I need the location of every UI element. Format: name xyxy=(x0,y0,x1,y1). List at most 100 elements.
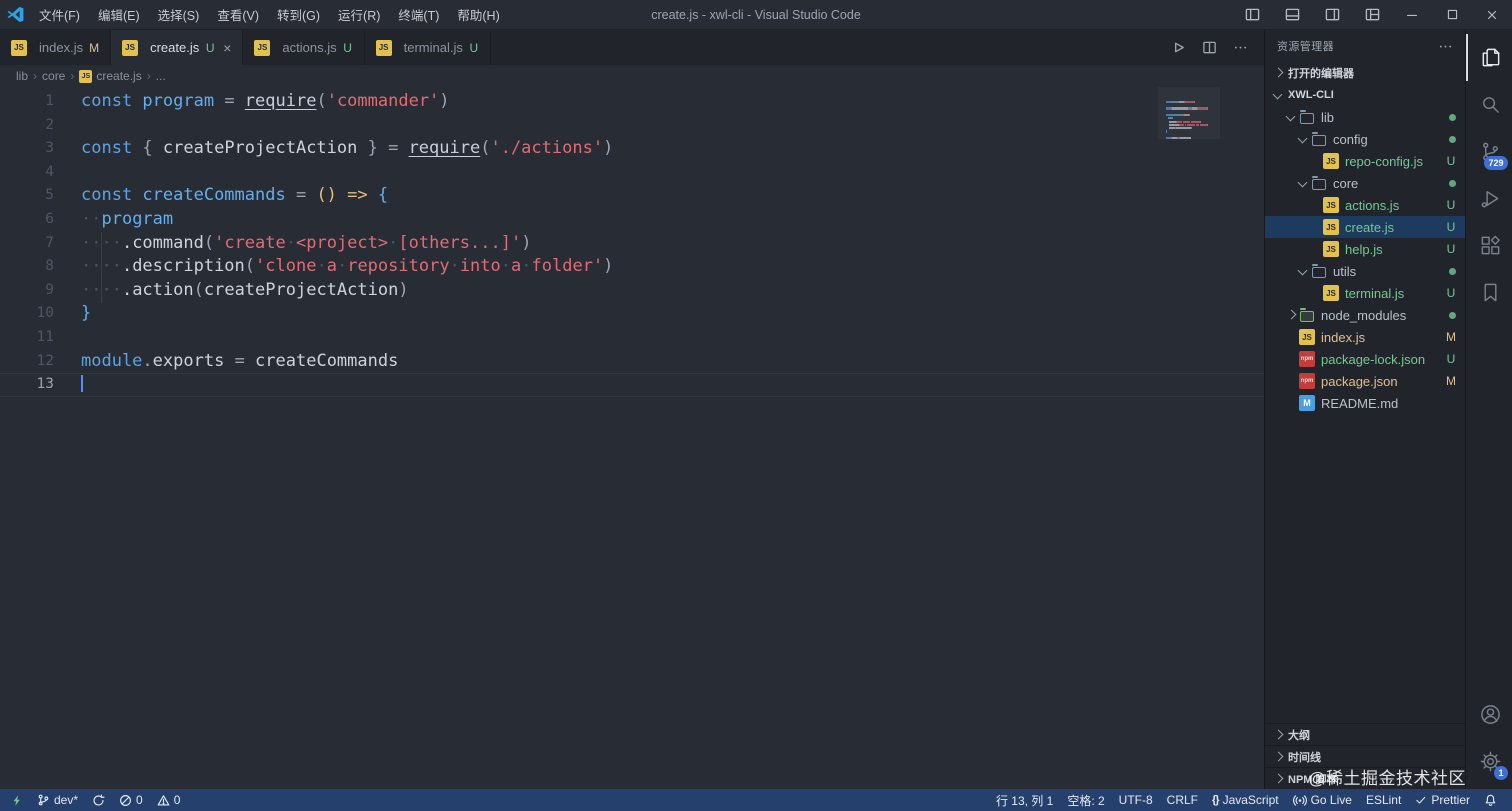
folder-icon xyxy=(1300,109,1314,124)
file-name: lib xyxy=(1321,109,1335,125)
status-eol[interactable]: CRLF xyxy=(1160,789,1205,811)
tree-item-node_modules[interactable]: node_modules xyxy=(1265,304,1465,326)
file-name: package.json xyxy=(1321,373,1398,389)
status-notifications[interactable] xyxy=(1477,789,1504,811)
breadcrumb-item-create.js[interactable]: JS create.js xyxy=(79,69,142,83)
close-button[interactable] xyxy=(1472,0,1512,30)
code-line: 2 xyxy=(0,114,1264,138)
project-section[interactable]: XWL-CLI xyxy=(1265,84,1465,106)
menu-s[interactable]: 选择(S) xyxy=(149,0,209,30)
breadcrumb: lib › core › JS create.js ›... xyxy=(0,65,1264,87)
menu-h[interactable]: 帮助(H) xyxy=(448,0,508,30)
line-number: 3 xyxy=(45,140,54,157)
status-remote[interactable] xyxy=(4,789,30,811)
tab-create.js[interactable]: JS create.js U × xyxy=(111,30,244,65)
tree-item-repo-config.js[interactable]: JS repo-config.js U xyxy=(1265,150,1465,172)
menu-bar: 文件(F) 编辑(E) 选择(S) 查看(V) 转到(G) 运行(R) 终端(T) 帮助(H) xyxy=(30,0,509,30)
tree-item-lib[interactable]: lib xyxy=(1265,106,1465,128)
breadcrumb-item-...[interactable]: ... xyxy=(156,69,166,83)
menu-g[interactable]: 转到(G) xyxy=(268,0,329,30)
file-name: package-lock.json xyxy=(1321,351,1426,367)
close-tab-icon[interactable]: × xyxy=(223,41,231,55)
code-editor[interactable]: 1 const program = require('commander') 2 3 c… xyxy=(0,87,1264,789)
status-branch[interactable]: dev* xyxy=(30,789,85,811)
bookmarks-button[interactable] xyxy=(1466,269,1512,316)
braces-icon: {} xyxy=(1212,794,1220,806)
js-file-icon: JS xyxy=(254,39,271,56)
status-warnings[interactable]: 0 xyxy=(150,789,188,811)
tab-index.js[interactable]: JS index.js M xyxy=(0,30,112,65)
status-encoding[interactable]: UTF-8 xyxy=(1112,789,1160,811)
maximize-button[interactable] xyxy=(1432,0,1472,30)
status-cursor-position[interactable]: 行 13, 列 1 xyxy=(989,789,1060,811)
account-button[interactable] xyxy=(1466,691,1512,738)
settings-button[interactable]: 1 xyxy=(1466,738,1512,785)
window-title: create.js - xwl-cli - Visual Studio Code xyxy=(651,7,861,22)
sidebar-bottom-sections: 大纲 时间线 NPM 脚本 xyxy=(1265,723,1465,789)
line-number: 2 xyxy=(45,116,54,133)
open-editors-section[interactable]: 打开的编辑器 xyxy=(1265,62,1465,84)
account-icon xyxy=(1479,703,1502,726)
section-大纲[interactable]: 大纲 xyxy=(1265,723,1465,745)
menu-f[interactable]: 文件(F) xyxy=(30,0,89,30)
status-prettier[interactable]: Prettier xyxy=(1408,789,1477,811)
code-line: 3 const { createProjectAction } = require… xyxy=(0,137,1264,161)
code-line: 13 xyxy=(0,373,1264,397)
menu-t[interactable]: 终端(T) xyxy=(389,0,448,30)
tree-item-help.js[interactable]: JS help.js U xyxy=(1265,238,1465,260)
tree-item-utils[interactable]: utils xyxy=(1265,260,1465,282)
views-more-actions-icon[interactable] xyxy=(1438,39,1453,54)
status-sync[interactable] xyxy=(85,789,112,811)
extensions-button[interactable] xyxy=(1466,222,1512,269)
status-language-mode[interactable]: {} JavaScript xyxy=(1205,789,1286,811)
tree-item-package.json[interactable]: npm package.json M xyxy=(1265,370,1465,392)
layout-sidebar-icon[interactable] xyxy=(1232,0,1272,30)
tree-item-create.js[interactable]: JS create.js U xyxy=(1265,216,1465,238)
section-NPM 脚本[interactable]: NPM 脚本 xyxy=(1265,767,1465,789)
run-debug-button[interactable] xyxy=(1466,175,1512,222)
section-时间线[interactable]: 时间线 xyxy=(1265,745,1465,767)
menu-e[interactable]: 编辑(E) xyxy=(89,0,149,30)
customize-layout-icon[interactable] xyxy=(1352,0,1392,30)
menu-r[interactable]: 运行(R) xyxy=(329,0,389,30)
tab-label: terminal.js xyxy=(403,40,463,55)
tree-item-actions.js[interactable]: JS actions.js U xyxy=(1265,194,1465,216)
breadcrumb-separator: › xyxy=(70,69,75,83)
layout-secondary-sidebar-icon[interactable] xyxy=(1312,0,1352,30)
tab-terminal.js[interactable]: JS terminal.js U xyxy=(364,30,491,65)
chevron-down-icon xyxy=(1270,87,1286,103)
breadcrumb-item-lib[interactable]: lib xyxy=(16,69,28,83)
tree-item-config[interactable]: config xyxy=(1265,128,1465,150)
git-change-dot xyxy=(1449,311,1456,319)
tree-item-README.md[interactable]: M README.md xyxy=(1265,392,1465,414)
tree-item-core[interactable]: core xyxy=(1265,172,1465,194)
status-indentation[interactable]: 空格: 2 xyxy=(1060,789,1111,811)
menu-v[interactable]: 查看(V) xyxy=(208,0,268,30)
source-control-button[interactable]: 729 xyxy=(1466,128,1512,175)
tree-item-package-lock.json[interactable]: npm package-lock.json U xyxy=(1265,348,1465,370)
status-bar: dev* 0 0 行 13, 列 1 空格: 2 UTF-8 CRLF{} JavaScri… xyxy=(0,789,1512,811)
file-tree: lib config JS repo-config.js Ucore JS actions.… xyxy=(1265,106,1465,414)
status-eslint[interactable]: ESLint xyxy=(1359,789,1408,811)
js-file-icon: JS xyxy=(11,39,27,56)
split-editor-icon[interactable] xyxy=(1202,40,1217,55)
tree-item-index.js[interactable]: JS index.js M xyxy=(1265,326,1465,348)
code-line: 9 ····.action(createProjectAction) xyxy=(0,279,1264,303)
status-errors[interactable]: 0 xyxy=(112,789,150,811)
more-actions-icon[interactable] xyxy=(1233,40,1248,55)
search-button[interactable] xyxy=(1466,81,1512,128)
layout-panel-icon[interactable] xyxy=(1272,0,1312,30)
minimize-button[interactable] xyxy=(1392,0,1432,30)
minimap[interactable] xyxy=(1166,92,1212,140)
breadcrumb-item-core[interactable]: core xyxy=(42,69,65,83)
js-file-icon: JS xyxy=(1323,219,1339,235)
status-go-live[interactable]: Go Live xyxy=(1286,789,1359,811)
run-code-icon[interactable] xyxy=(1171,40,1186,55)
tree-item-terminal.js[interactable]: JS terminal.js U xyxy=(1265,282,1465,304)
tab-actions.js[interactable]: JS actions.js U xyxy=(243,30,365,65)
explorer-button[interactable] xyxy=(1466,34,1512,81)
